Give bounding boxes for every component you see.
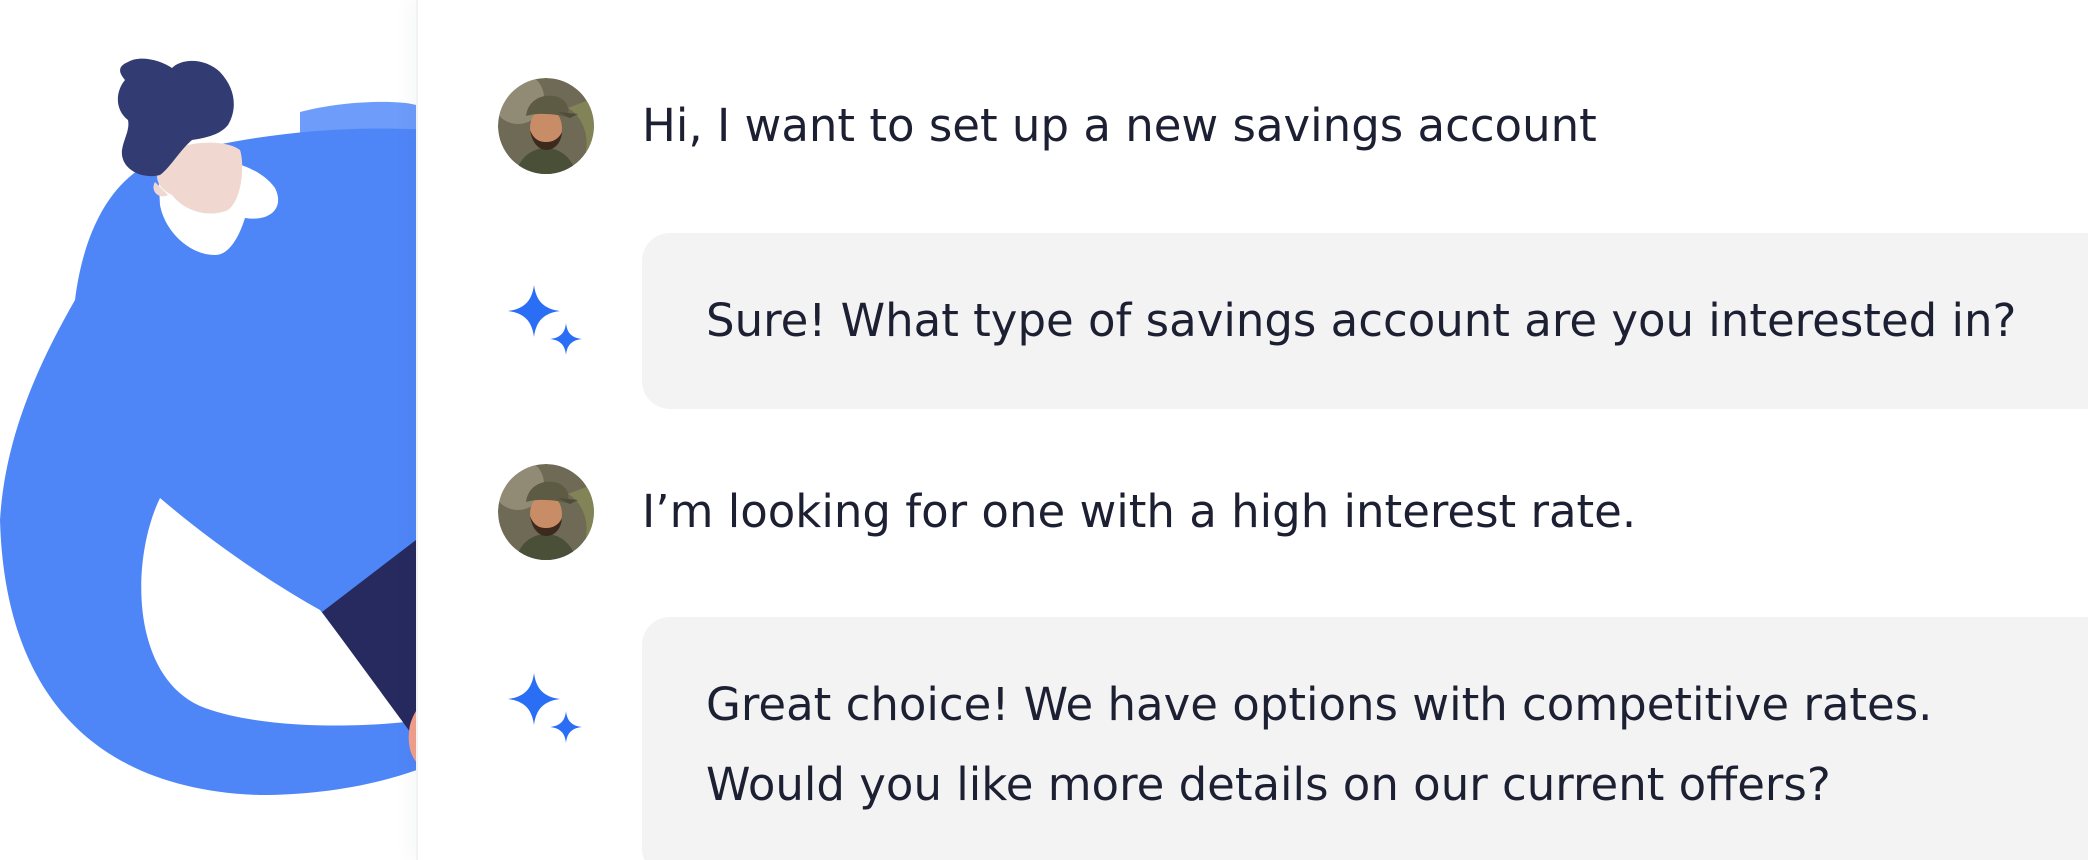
user-avatar[interactable]	[498, 78, 594, 174]
user-message-text: Hi, I want to set up a new savings accou…	[642, 99, 1597, 152]
user-message: Hi, I want to set up a new savings accou…	[418, 78, 2088, 178]
assistant-bubble: Great choice! We have options with compe…	[642, 617, 2088, 860]
person-illustration	[0, 0, 416, 860]
peeking-person-illustration	[0, 58, 416, 795]
user-avatar[interactable]	[498, 464, 594, 560]
user-message: I’m looking for one with a high interest…	[418, 462, 2088, 562]
sparkle-icon	[502, 667, 592, 757]
assistant-message: Sure! What type of savings account are y…	[418, 233, 2088, 409]
chat-screen: Hi, I want to set up a new savings accou…	[0, 0, 2088, 860]
user-avatar-photo	[498, 78, 594, 174]
user-avatar-photo	[498, 464, 594, 560]
assistant-bubble: Sure! What type of savings account are y…	[642, 233, 2088, 409]
assistant-message-line: Sure! What type of savings account are y…	[706, 294, 2017, 347]
assistant-message: Great choice! We have options with compe…	[418, 617, 2088, 860]
sparkle-icon	[502, 279, 592, 369]
user-message-text: I’m looking for one with a high interest…	[642, 485, 1637, 538]
assistant-message-line: Great choice! We have options with compe…	[706, 678, 1933, 731]
assistant-message-line: Would you like more details on our curre…	[706, 758, 1831, 811]
chat-panel: Hi, I want to set up a new savings accou…	[416, 0, 2088, 860]
